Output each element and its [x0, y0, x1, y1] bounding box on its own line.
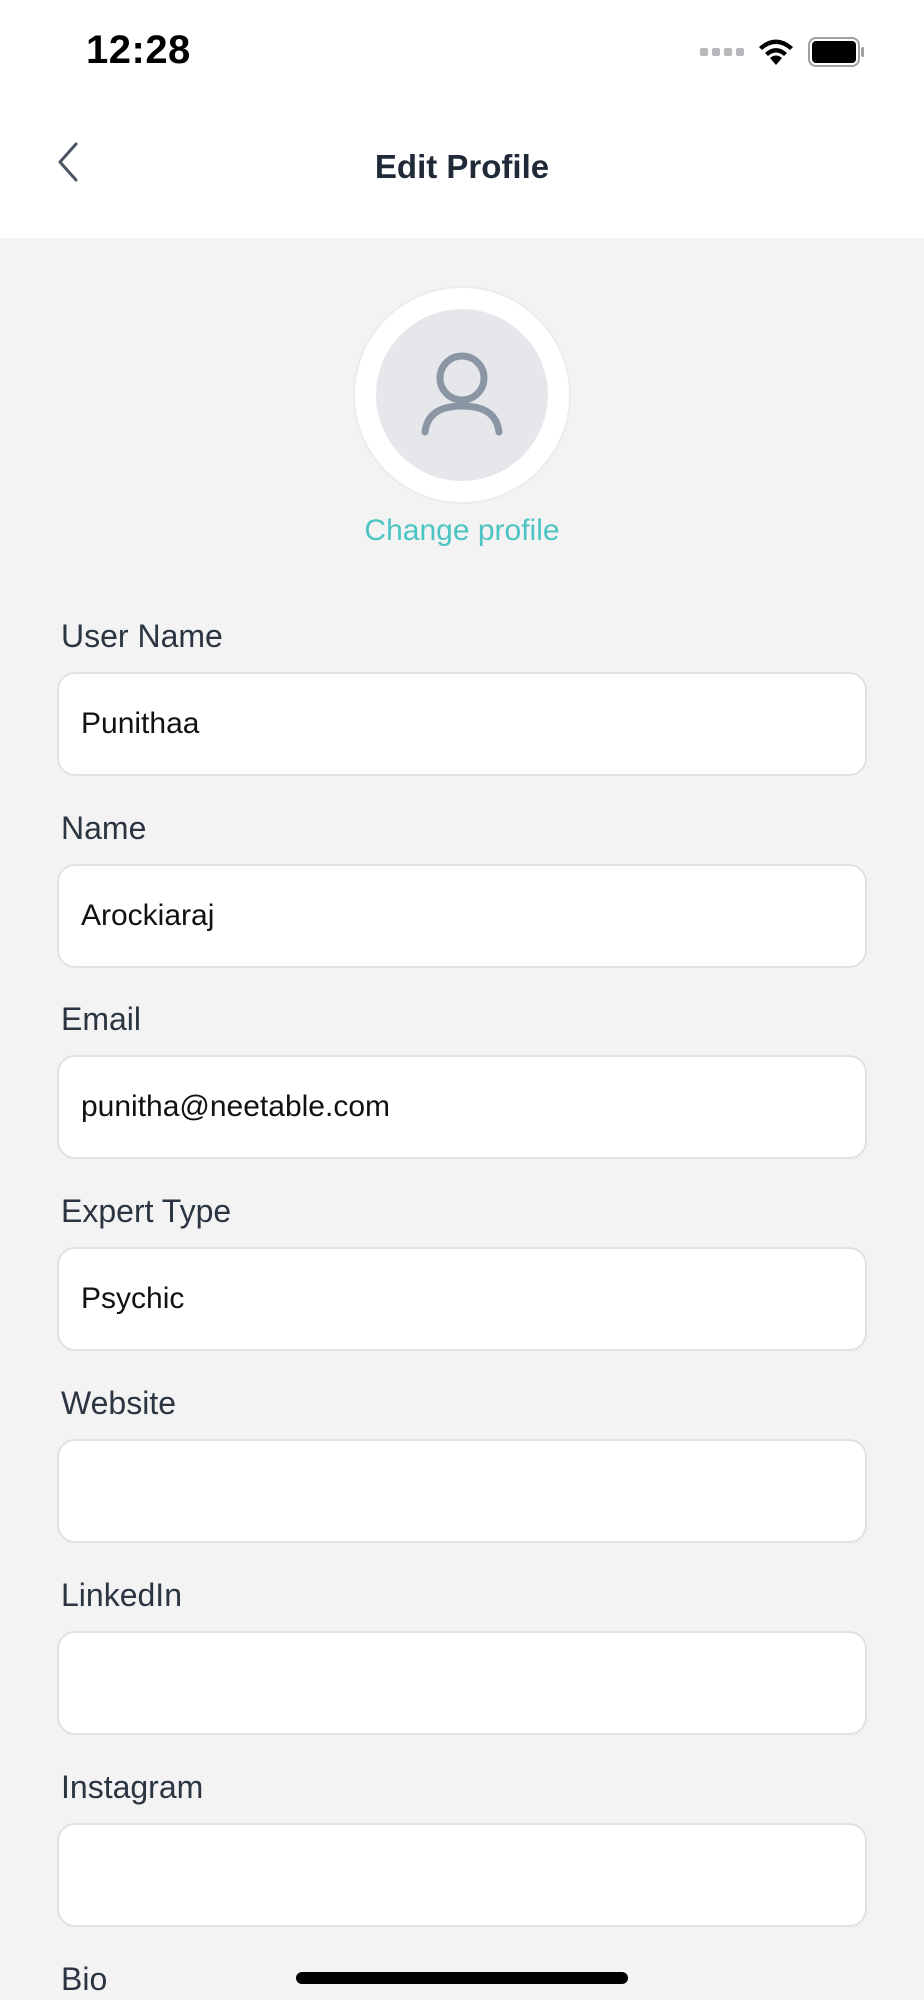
battery-icon [808, 37, 864, 67]
home-indicator [296, 1972, 628, 1984]
field-name: Name [57, 808, 867, 968]
field-instagram: Instagram [57, 1767, 867, 1927]
field-label: Instagram [61, 1769, 204, 1805]
field-label: Email [61, 1001, 142, 1037]
status-time: 12:28 [86, 28, 191, 72]
user-name-input[interactable] [57, 672, 867, 776]
avatar[interactable] [353, 286, 571, 504]
email-input[interactable] [57, 1055, 867, 1159]
website-input[interactable] [57, 1439, 867, 1543]
field-website: Website [57, 1383, 867, 1543]
field-label: LinkedIn [61, 1577, 182, 1613]
page-title: Edit Profile [374, 148, 550, 185]
status-icons [700, 34, 866, 70]
field-label: Expert Type [61, 1193, 232, 1229]
linkedin-input[interactable] [57, 1631, 867, 1735]
user-icon [421, 352, 503, 436]
field-email: Email [57, 999, 867, 1159]
field-label: Website [61, 1385, 177, 1421]
avatar-placeholder [376, 309, 548, 481]
field-label: Name [61, 810, 147, 846]
change-profile-link[interactable]: Change profile [0, 514, 924, 548]
instagram-input[interactable] [57, 1823, 867, 1927]
name-input[interactable] [57, 864, 867, 968]
field-label: User Name [61, 618, 223, 654]
field-user-name: User Name [57, 616, 867, 776]
wifi-icon [759, 39, 793, 65]
cellular-signal-icon [700, 48, 744, 56]
top-header-area: 12:28 Edit Profile [0, 0, 924, 238]
field-linkedin: LinkedIn [57, 1575, 867, 1735]
expert-type-input[interactable] [57, 1247, 867, 1351]
field-expert-type: Expert Type [57, 1191, 867, 1351]
